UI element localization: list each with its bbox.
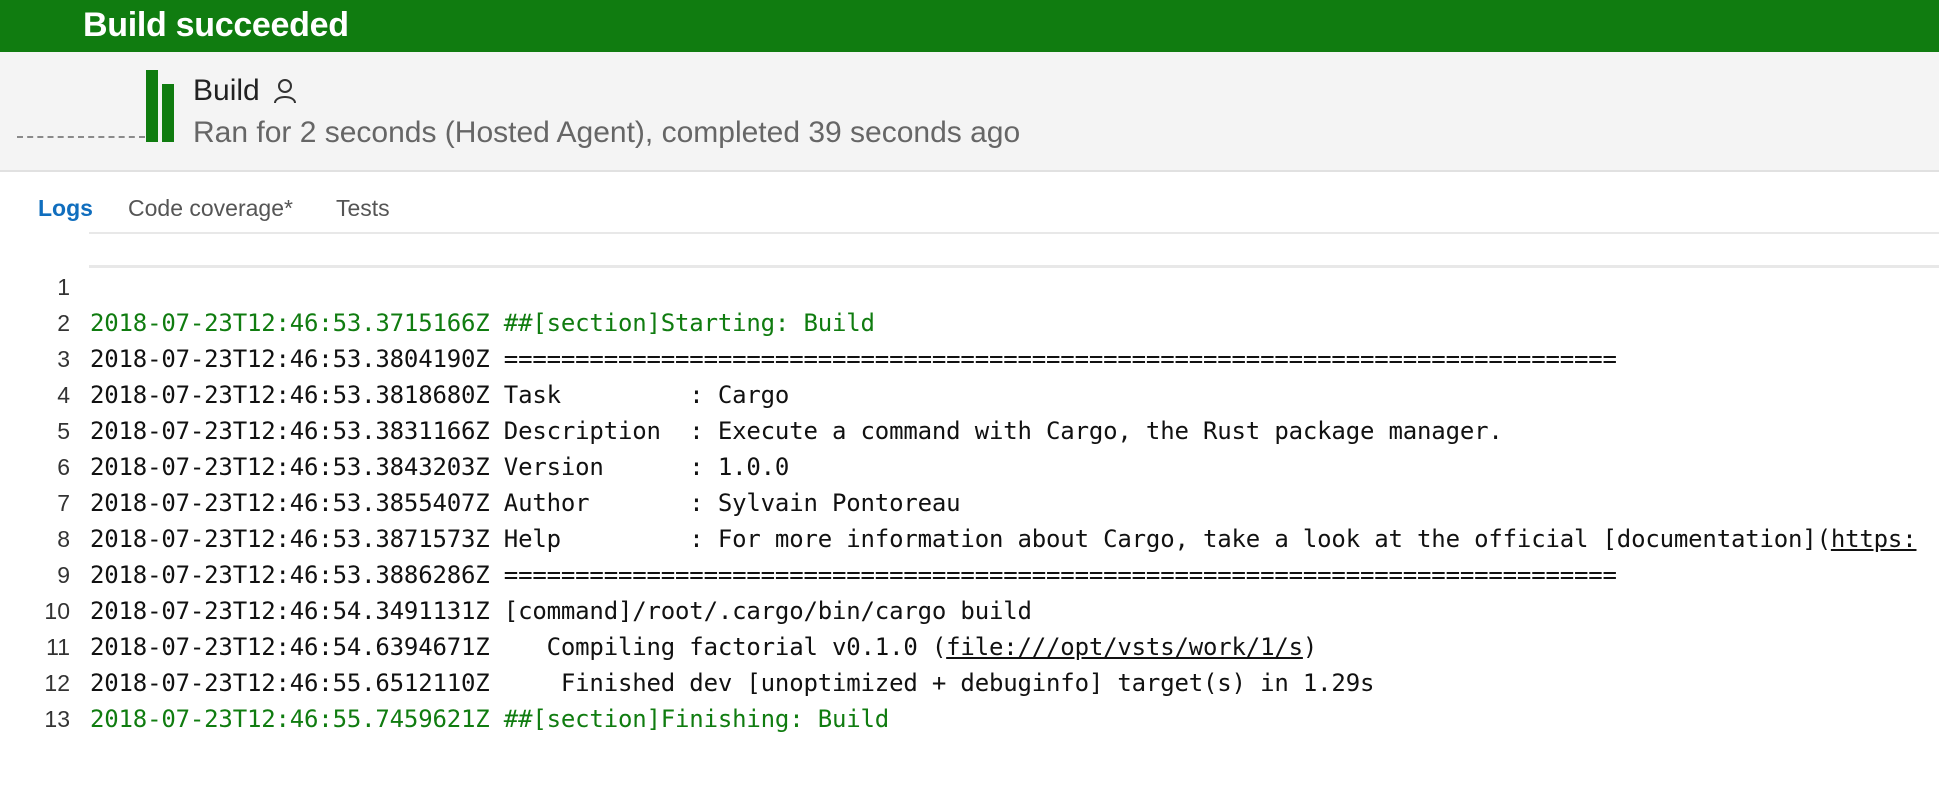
log-line: 5 2018-07-23T12:46:53.3843203Z Version :…	[0, 377, 1939, 481]
line-text: 2018-07-23T12:46:55.7459621Z ##[section]…	[90, 705, 890, 733]
build-run-info: Ran for 2 seconds (Hosted Agent), comple…	[193, 116, 1021, 149]
log-line: 6 2018-07-23T12:46:53.3855407Z Author : …	[0, 413, 1939, 517]
log-line: 4 2018-07-23T12:46:53.3831166Z Descripti…	[0, 341, 1939, 445]
person-icon	[274, 79, 296, 104]
build-title: Build	[193, 74, 260, 107]
log-tabs: Logs Code coverage* Tests	[0, 192, 1939, 232]
log-line: 3 2018-07-23T12:46:53.3818680Z Task : Ca…	[0, 305, 1939, 409]
tab-tests[interactable]: Tests	[336, 192, 390, 224]
timeline-dashes	[17, 136, 145, 138]
log-line: 8 2018-07-23T12:46:53.3886286Z =========…	[0, 485, 1939, 589]
log-line: 10 2018-07-23T12:46:54.6394671Z Compilin…	[0, 557, 1939, 661]
build-summary: Build Ran for 2 seconds (Hosted Agent), …	[0, 52, 1939, 172]
tab-code-coverage[interactable]: Code coverage*	[128, 192, 293, 224]
build-status-title: Build succeeded	[83, 6, 349, 44]
build-duration-bar	[162, 84, 174, 142]
tab-logs[interactable]: Logs	[38, 192, 93, 224]
log-line: 11 2018-07-23T12:46:55.6512110Z Finished…	[0, 593, 1939, 697]
line-number: 13	[44, 706, 70, 732]
log-line: 12 2018-07-23T12:46:55.7459621Z ##[secti…	[0, 629, 1939, 733]
log-line: 13	[0, 665, 1939, 732]
log-line: 9 2018-07-23T12:46:54.3491131Z [command]…	[0, 521, 1939, 625]
build-duration-bar	[146, 70, 158, 142]
log-line: 1 2018-07-23T12:46:53.3715166Z ##[sectio…	[0, 233, 1939, 337]
log-line: 2 2018-07-23T12:46:53.3804190Z =========…	[0, 269, 1939, 373]
build-status-banner: Build succeeded	[0, 0, 1939, 52]
log-line: 7 2018-07-23T12:46:53.3871573Z Help : Fo…	[0, 449, 1939, 553]
